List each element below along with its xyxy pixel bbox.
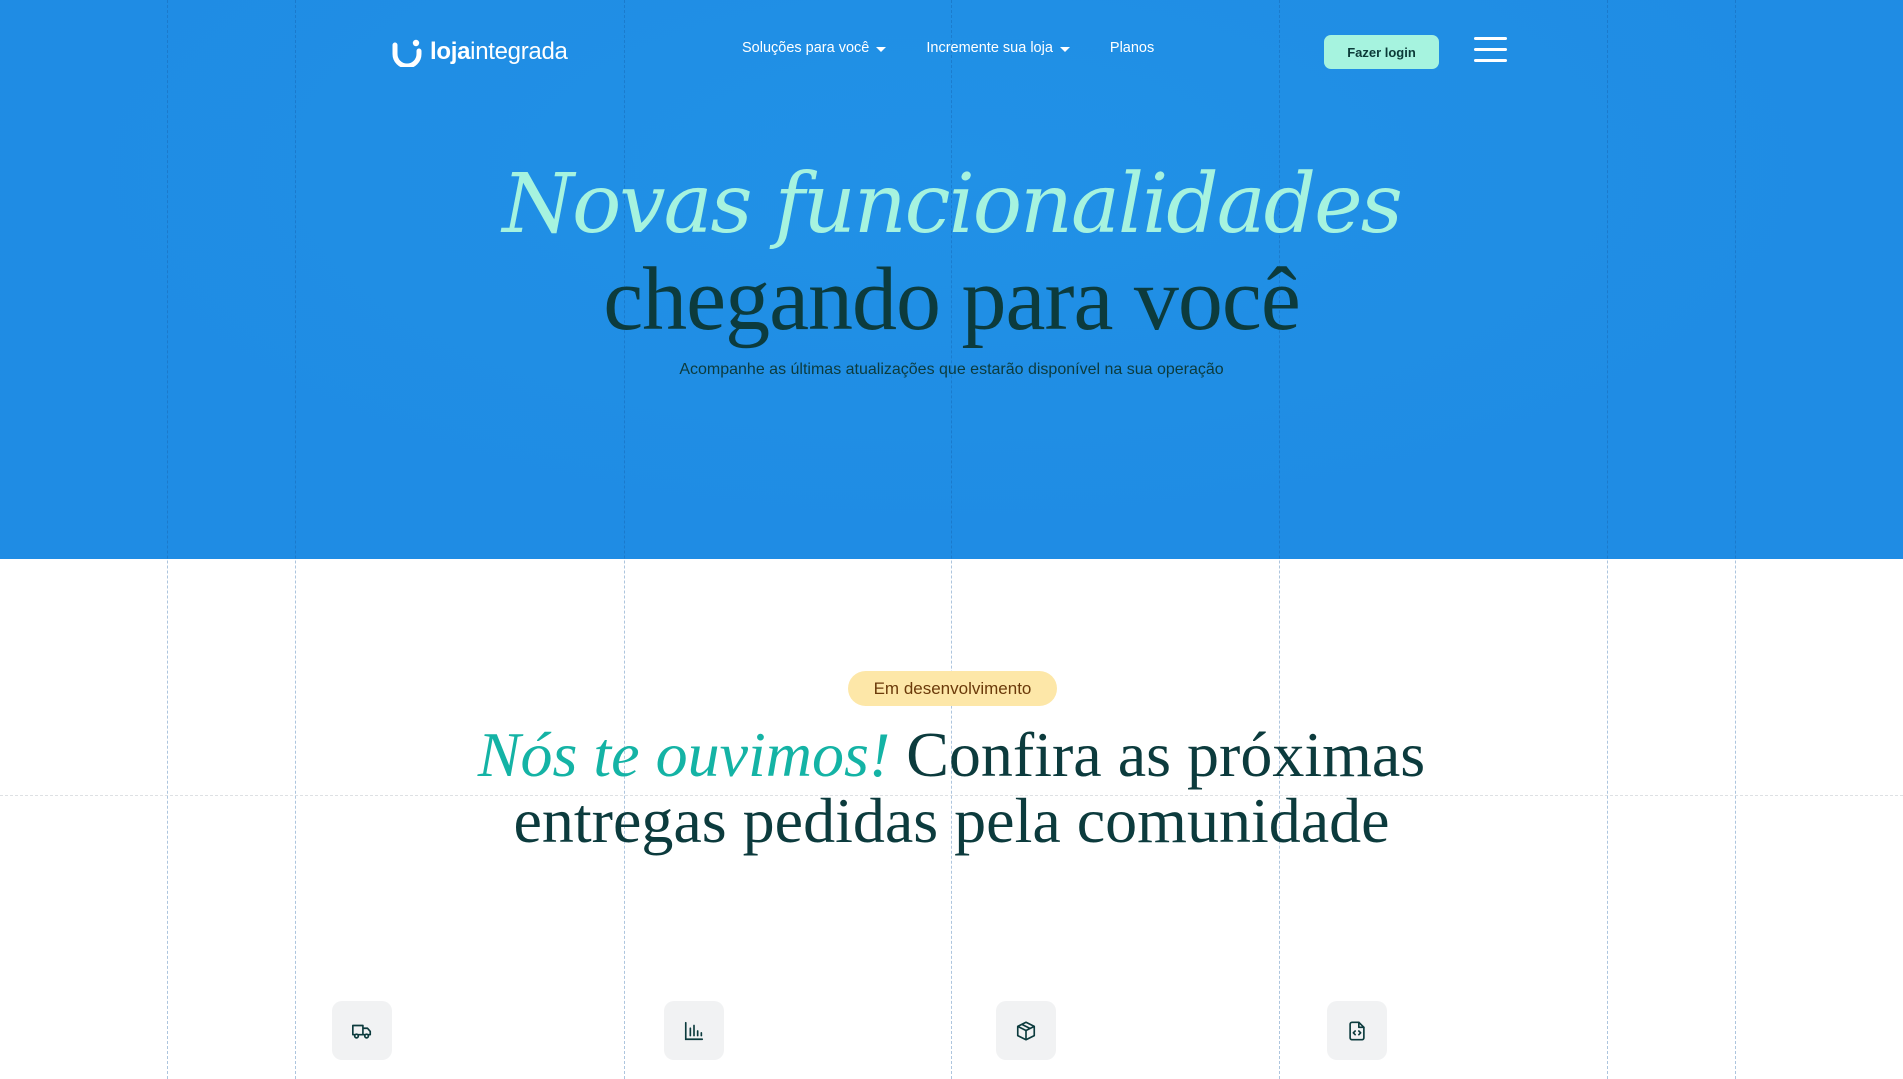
nav-item-label: Incremente sua loja xyxy=(926,40,1053,56)
chevron-down-icon xyxy=(1059,46,1070,52)
nav-item-incremente[interactable]: Incremente sua loja xyxy=(926,40,1070,56)
feature-card-icon xyxy=(332,1001,392,1060)
nav-item-label: Planos xyxy=(1109,40,1155,56)
chevron-down-icon xyxy=(876,46,887,52)
main-nav: Soluções para você Incremente sua loja P… xyxy=(742,40,1154,56)
feature-card-icon xyxy=(1327,1001,1387,1060)
status-badge: Em desenvolvimento xyxy=(848,671,1057,706)
logo-text: lojaintegrada xyxy=(430,38,568,65)
logo-mark-icon xyxy=(392,39,422,67)
section-title-line2: entregas pedidas pela comunidade xyxy=(513,785,1390,856)
login-button[interactable]: Fazer login xyxy=(1324,35,1439,69)
section-title-accent: Nós te ouvimos! xyxy=(477,719,891,790)
nav-item-label: Soluções para você xyxy=(742,40,870,56)
nav-item-solucoes[interactable]: Soluções para você xyxy=(742,40,887,56)
bar-chart-icon xyxy=(684,1021,704,1040)
section-title: Nós te ouvimos! Confira as próximas entr… xyxy=(0,722,1903,854)
hamburger-menu-icon[interactable] xyxy=(1474,37,1507,65)
hero-title-accent: Novas funcionalidades xyxy=(502,157,1403,252)
hero-title: chegando para você xyxy=(603,250,1301,349)
code-file-icon xyxy=(1349,1020,1365,1041)
logo[interactable]: lojaintegrada xyxy=(392,36,568,68)
nav-item-planos[interactable]: Planos xyxy=(1110,40,1154,56)
feature-card-icon xyxy=(996,1001,1056,1060)
truck-icon xyxy=(352,1024,372,1039)
feature-card-icon xyxy=(664,1001,724,1060)
hero-subtitle: Acompanhe as últimas atualizações que es… xyxy=(679,361,1224,378)
package-icon xyxy=(1016,1020,1036,1041)
section-title-text: Confira as próximas xyxy=(890,719,1426,790)
